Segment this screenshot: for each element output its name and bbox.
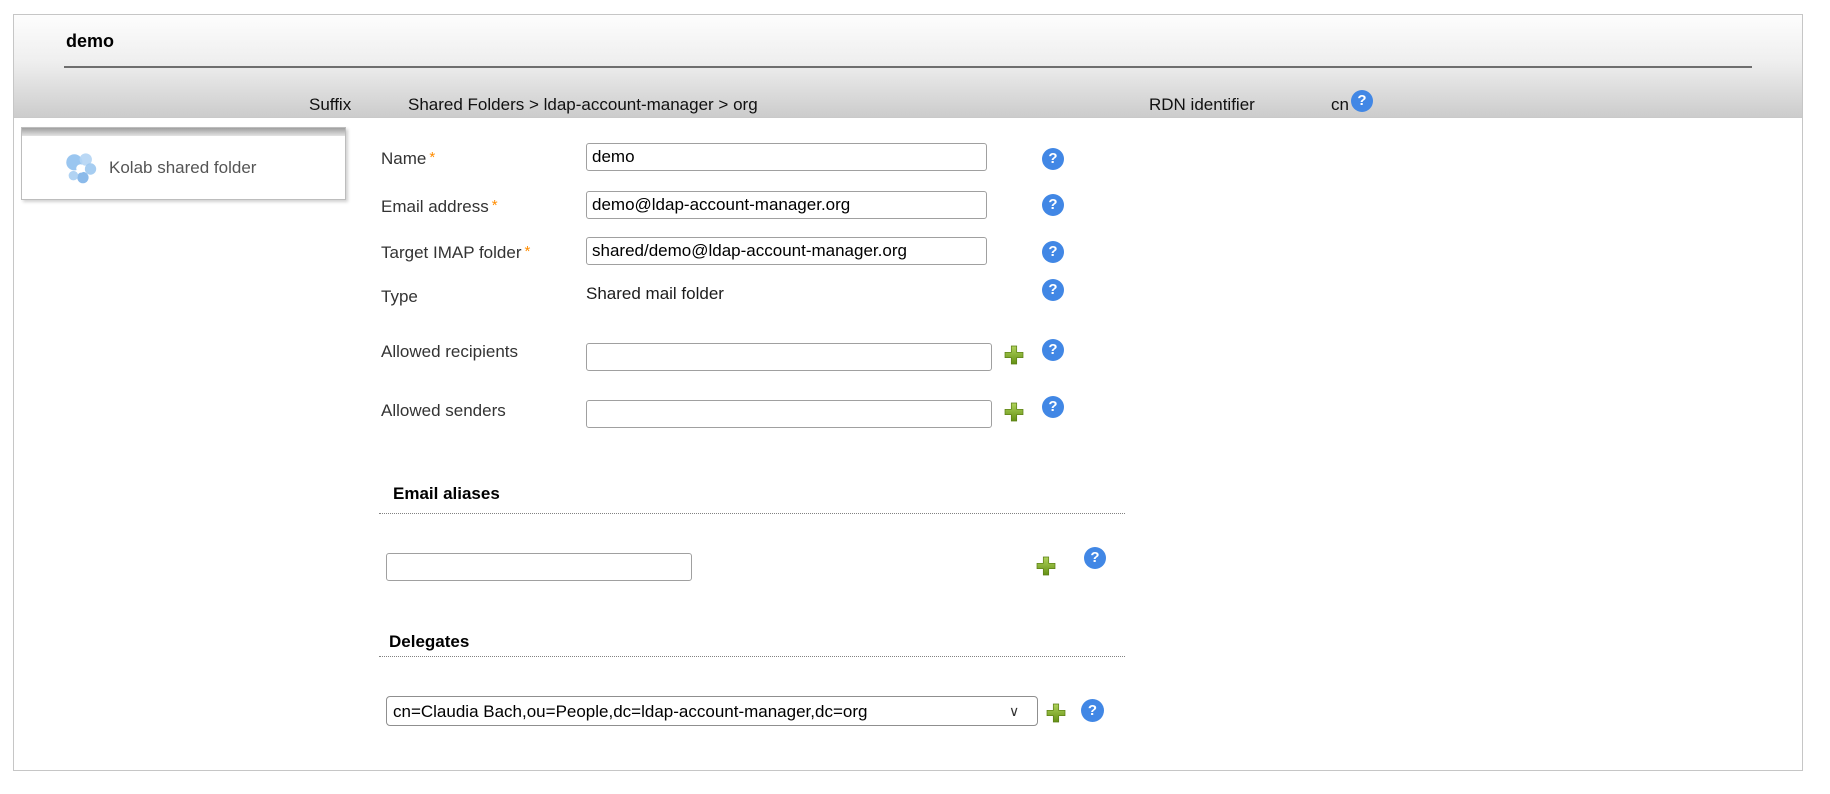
target-imap-folder-input[interactable]: [586, 237, 987, 265]
email-alias-add-button[interactable]: [1036, 556, 1056, 576]
delegates-help-icon[interactable]: ?: [1081, 699, 1104, 722]
delegates-divider: [379, 656, 1125, 657]
name-label: Name*: [381, 149, 435, 169]
required-marker: *: [524, 243, 530, 260]
rdn-identifier-value: cn: [1331, 95, 1349, 115]
plus-icon: [1046, 703, 1066, 723]
type-help-icon[interactable]: ?: [1042, 279, 1064, 301]
allowed-senders-label: Allowed senders: [381, 401, 506, 421]
plus-icon: [1004, 402, 1024, 422]
kolab-flower-icon: [62, 150, 100, 188]
main-window: demo Suffix Shared Folders > ldap-accoun…: [13, 14, 1803, 771]
tab-top-strip: [22, 128, 345, 136]
required-marker: *: [429, 149, 435, 166]
rdn-help-icon[interactable]: ?: [1351, 90, 1373, 112]
plus-icon: [1004, 345, 1024, 365]
rdn-identifier-label: RDN identifier: [1149, 95, 1255, 115]
page-title: demo: [66, 31, 114, 52]
delegates-select[interactable]: cn=Claudia Bach,ou=People,dc=ldap-accoun…: [386, 696, 1038, 726]
type-value: Shared mail folder: [586, 284, 724, 304]
target-imap-folder-help-icon[interactable]: ?: [1042, 241, 1064, 263]
allowed-recipients-add-button[interactable]: [1004, 345, 1024, 365]
email-aliases-heading: Email aliases: [393, 484, 500, 504]
name-help-icon[interactable]: ?: [1042, 148, 1064, 170]
type-label: Type: [381, 287, 418, 307]
email-aliases-help-icon[interactable]: ?: [1084, 547, 1106, 569]
allowed-recipients-help-icon[interactable]: ?: [1042, 339, 1064, 361]
required-marker: *: [492, 197, 498, 214]
allowed-senders-add-button[interactable]: [1004, 402, 1024, 422]
email-address-label: Email address*: [381, 197, 498, 217]
delegates-add-button[interactable]: [1046, 703, 1066, 723]
allowed-recipients-input[interactable]: [586, 343, 992, 371]
email-address-input[interactable]: [586, 191, 987, 219]
plus-icon: [1036, 556, 1056, 576]
header: demo Suffix Shared Folders > ldap-accoun…: [14, 15, 1802, 118]
delegates-heading: Delegates: [389, 632, 469, 652]
tab-kolab-shared-folder[interactable]: Kolab shared folder: [21, 127, 346, 200]
allowed-senders-help-icon[interactable]: ?: [1042, 396, 1064, 418]
title-divider: [64, 66, 1752, 68]
email-aliases-divider: [379, 513, 1125, 514]
email-address-help-icon[interactable]: ?: [1042, 194, 1064, 216]
name-input[interactable]: [586, 143, 987, 171]
email-alias-input[interactable]: [386, 553, 692, 581]
tab-label: Kolab shared folder: [109, 158, 256, 178]
allowed-recipients-label: Allowed recipients: [381, 342, 518, 362]
suffix-label: Suffix: [309, 95, 351, 115]
breadcrumb: Shared Folders > ldap-account-manager > …: [408, 95, 758, 115]
allowed-senders-input[interactable]: [586, 400, 992, 428]
target-imap-folder-label: Target IMAP folder*: [381, 243, 530, 263]
